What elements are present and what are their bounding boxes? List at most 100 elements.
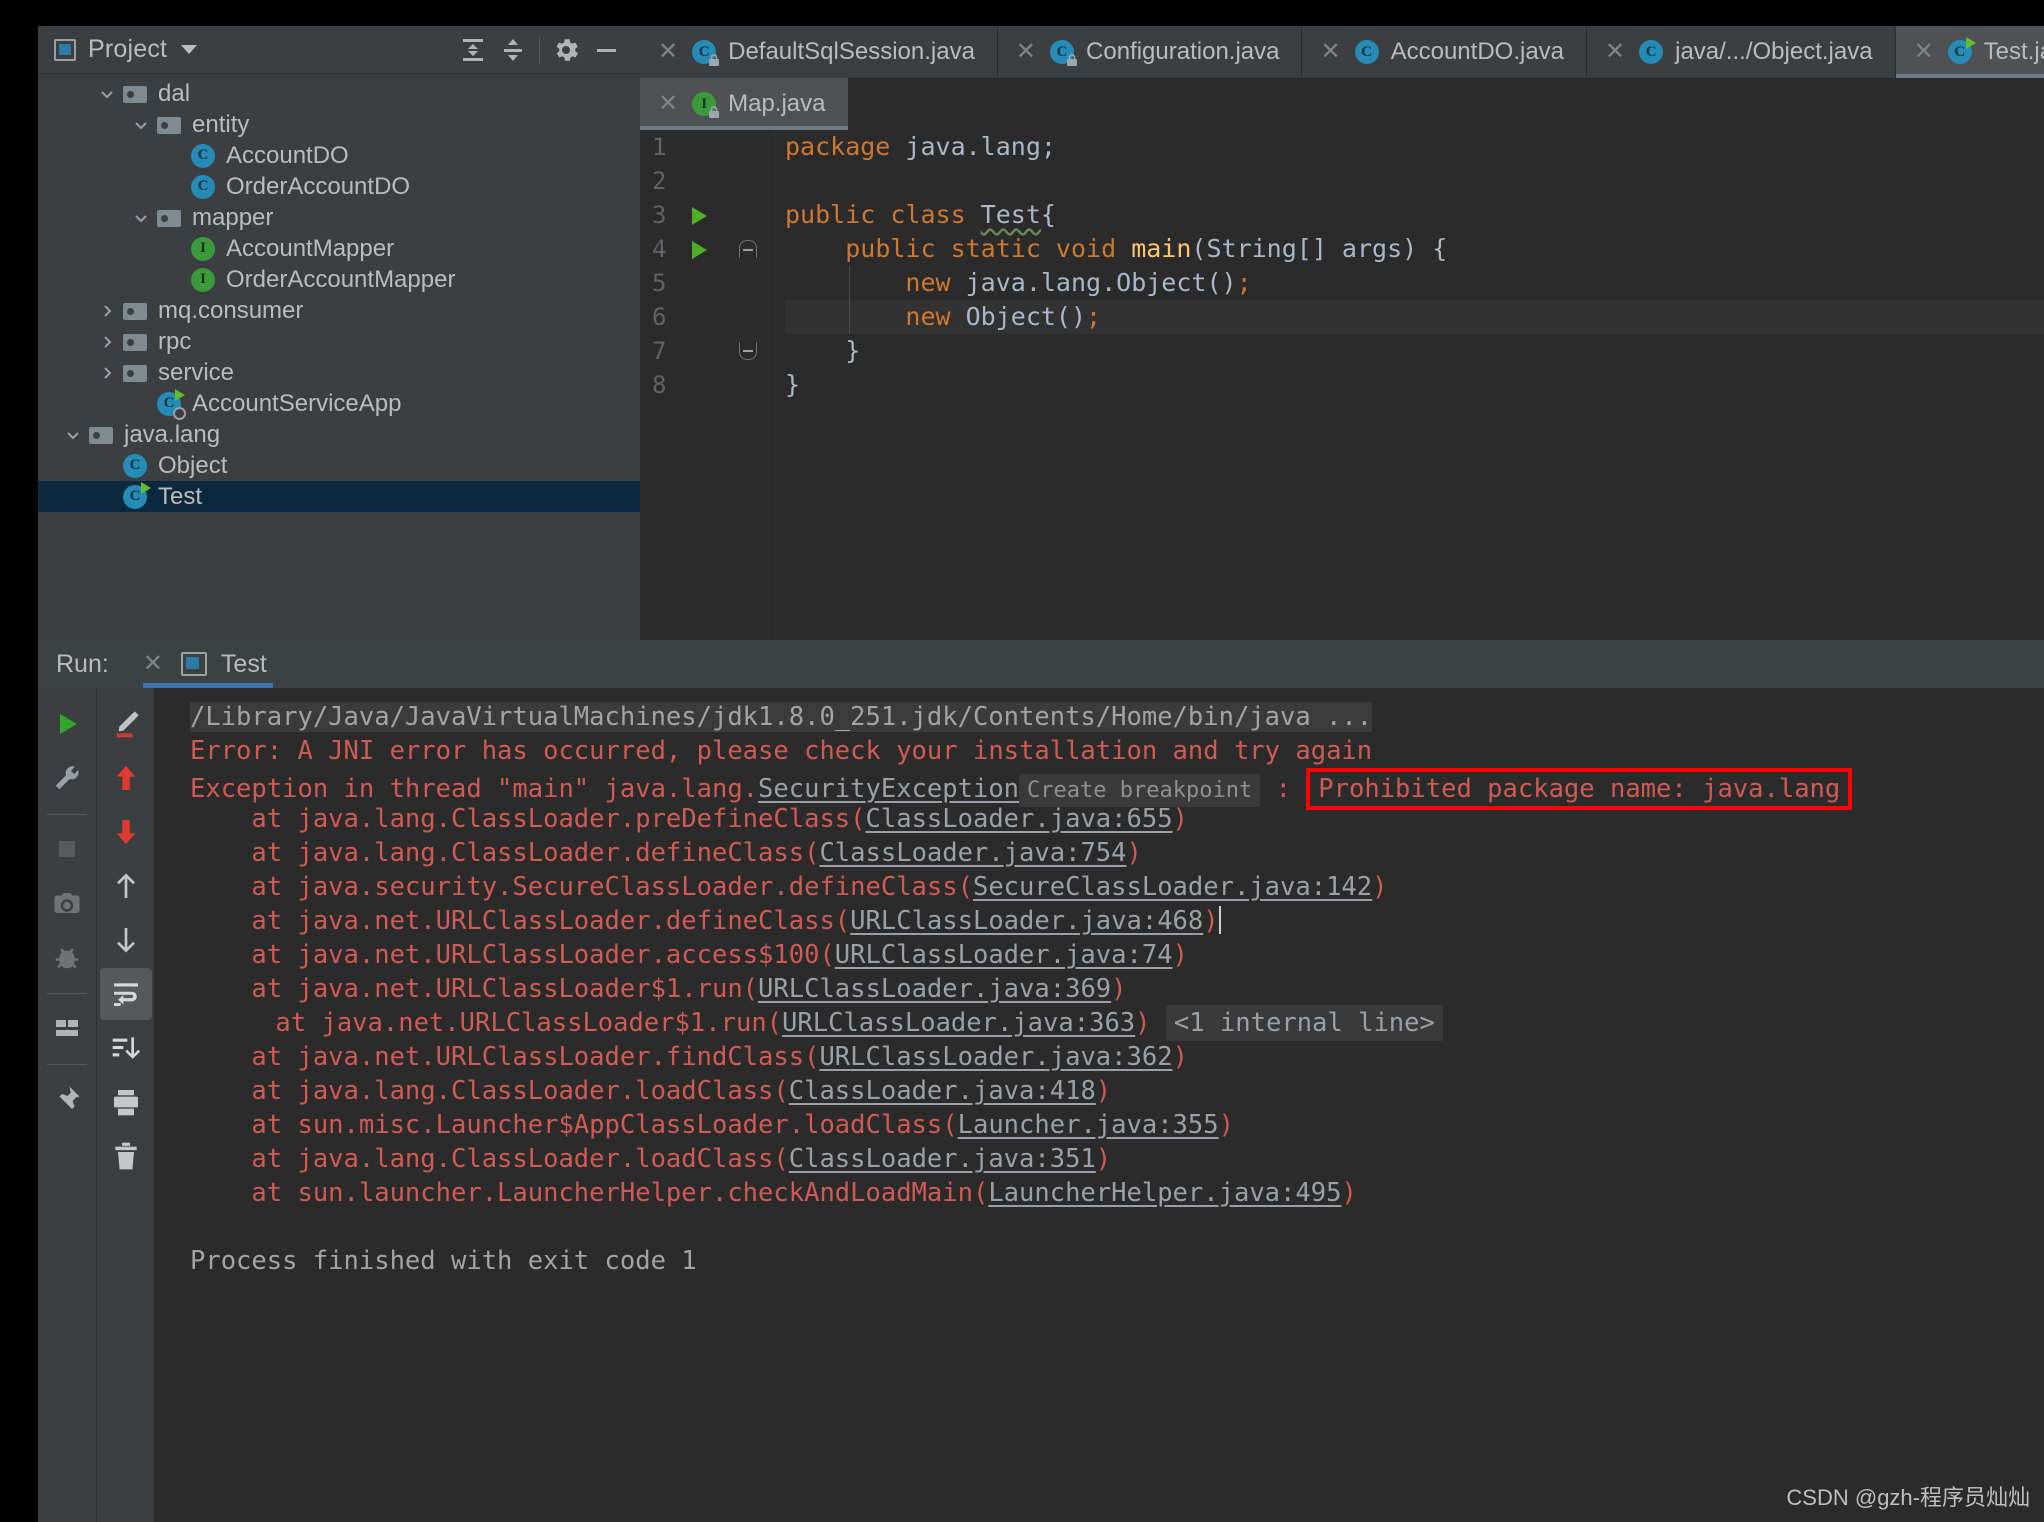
project-tool-window: Project dal entity C AccountDO C OrderAc… [38,26,640,640]
console-stacktrace-line: at sun.launcher.LauncherHelper.checkAndL… [154,1176,2044,1210]
tree-item-accountdo[interactable]: C AccountDO [38,140,640,171]
exception-class-link[interactable]: SecurityException [758,774,1019,804]
console-text: at java.lang.ClassLoader.preDefineClass( [190,804,866,834]
close-icon[interactable]: ✕ [143,652,163,676]
source-link[interactable]: URLClassLoader.java:468 [850,906,1203,936]
close-icon[interactable]: ✕ [1016,40,1036,64]
up-red-arrow-icon[interactable] [100,752,152,804]
chevron-right-icon[interactable] [94,333,120,351]
run-tab-test[interactable]: ✕ Test [142,640,281,688]
expand-all-icon[interactable] [453,30,493,70]
code-line[interactable]: new java.lang.Object(); [785,266,2044,300]
soft-wrap-icon[interactable] [99,968,152,1020]
source-link[interactable]: URLClassLoader.java:74 [835,940,1173,970]
editor-tab-defaultsqlsession-java[interactable]: ✕ C DefaultSqlSession.java [640,26,998,78]
up-arrow-icon[interactable] [100,860,152,912]
editor-tab-test-java[interactable]: ✕ C Test.java [1895,26,2044,78]
runnable-class-icon: C [123,481,151,509]
tree-item-java-lang[interactable]: java.lang [38,419,640,450]
code-line[interactable] [785,164,2044,198]
source-link[interactable]: SecureClassLoader.java:142 [973,872,1372,902]
pin-icon[interactable] [41,1073,93,1125]
tree-item-entity[interactable]: entity [38,109,640,140]
source-link[interactable]: URLClassLoader.java:363 [782,1008,1135,1038]
code-line[interactable]: package java.lang; [785,130,2044,164]
tree-item-service[interactable]: service [38,357,640,388]
tree-item-accountmapper[interactable]: I AccountMapper [38,233,640,264]
source-link[interactable]: ClassLoader.java:754 [819,838,1126,868]
editor-tab-configuration-java[interactable]: ✕ C Configuration.java [997,26,1303,78]
console-text: at java.net.URLClassLoader$1.run( [190,974,759,1004]
code-line[interactable]: public class Test{ [785,198,2044,232]
close-icon[interactable]: ✕ [1320,40,1340,64]
tree-item-test[interactable]: C Test [38,481,640,512]
run-gutter-icon[interactable] [692,241,707,259]
print-icon[interactable] [100,1076,152,1128]
collapse-all-icon[interactable] [493,30,533,70]
source-link[interactable]: ClassLoader.java:655 [866,804,1173,834]
code-lines[interactable]: package java.lang; public class Test{ pu… [775,130,2044,640]
highlight-pen-icon[interactable] [100,698,152,750]
tree-item-orderaccountdo[interactable]: C OrderAccountDO [38,171,640,202]
close-icon[interactable]: ✕ [1605,40,1625,64]
console-text: ) [1126,838,1142,868]
chevron-down-icon[interactable] [128,116,154,134]
chevron-down-icon[interactable] [94,85,120,103]
code-line[interactable]: } [785,334,2044,368]
source-link[interactable]: ClassLoader.java:418 [789,1076,1096,1106]
internal-lines-badge[interactable]: <1 internal line> [1165,1005,1443,1041]
chevron-down-icon[interactable] [128,209,154,227]
console-error-line: Error: A JNI error has occurred, please … [154,734,2044,768]
editor-gutter[interactable]: 1 2 3 4 5 6 7 8 [640,130,775,640]
tree-item-orderaccountmapper[interactable]: I OrderAccountMapper [38,264,640,295]
gear-icon[interactable] [546,30,586,70]
fold-start-icon[interactable] [739,240,757,258]
console-text: at java.lang.ClassLoader.defineClass( [190,838,820,868]
run-panel-header: Run: ✕ Test [38,640,2044,688]
down-red-arrow-icon[interactable] [100,806,152,858]
source-link[interactable]: URLClassLoader.java:369 [758,974,1111,1004]
tree-item-accountserviceapp[interactable]: C AccountServiceApp [38,388,640,420]
chevron-right-icon[interactable] [94,364,120,382]
wrench-icon[interactable] [41,752,93,804]
run-icon[interactable] [41,698,93,750]
source-link[interactable]: LauncherHelper.java:495 [988,1178,1341,1208]
tree-item-rpc[interactable]: rpc [38,326,640,357]
down-arrow-icon[interactable] [100,914,152,966]
run-gutter-icon[interactable] [692,207,707,225]
code-editor[interactable]: 1 2 3 4 5 6 7 8 package java.lang; public class… [640,130,2044,640]
tree-item-dal[interactable]: dal [38,78,640,109]
console-text: ) [1111,974,1127,1004]
editor-tab-java-object-java[interactable]: ✕ Cjava/.../Object.java [1587,26,1896,78]
console-output[interactable]: /Library/Java/JavaVirtualMachines/jdk1.8… [154,688,2044,1522]
tree-item-object[interactable]: C Object [38,450,640,481]
scroll-to-end-icon[interactable] [100,1022,152,1074]
code-token: package [785,132,891,161]
editor-tab-accountdo-java[interactable]: ✕ C AccountDO.java [1302,26,1588,78]
tree-item-label: mq.consumer [158,296,304,324]
code-line[interactable]: } [785,368,2044,402]
tree-item-mapper[interactable]: mapper [38,202,640,233]
layout-icon[interactable] [41,1002,93,1054]
tree-item-mq-consumer[interactable]: mq.consumer [38,295,640,326]
editor-tab-map-java[interactable]: ✕ I Map.java [640,78,848,130]
chevron-right-icon[interactable] [94,302,120,320]
code-line[interactable]: public static void main(String[] args) { [785,232,2044,266]
source-link[interactable]: URLClassLoader.java:362 [819,1042,1172,1072]
lock-icon [1067,54,1078,66]
minimize-icon[interactable] [586,30,626,70]
project-tree[interactable]: dal entity C AccountDO C OrderAccountDO mapper… [38,74,640,640]
code-line[interactable]: new Object(); [785,300,2044,334]
lock-icon [709,54,720,66]
trash-icon[interactable] [100,1130,152,1182]
fold-end-icon[interactable] [739,342,757,360]
chevron-down-icon[interactable] [60,426,86,444]
close-icon[interactable]: ✕ [658,40,678,64]
source-link[interactable]: Launcher.java:355 [958,1110,1219,1140]
source-link[interactable]: ClassLoader.java:351 [789,1144,1096,1174]
close-icon[interactable]: ✕ [658,92,678,116]
chevron-down-icon[interactable] [181,45,198,54]
editor-tab-label: AccountDO.java [1390,38,1565,65]
line-number: 2 [640,164,774,198]
close-icon[interactable]: ✕ [1914,40,1934,64]
